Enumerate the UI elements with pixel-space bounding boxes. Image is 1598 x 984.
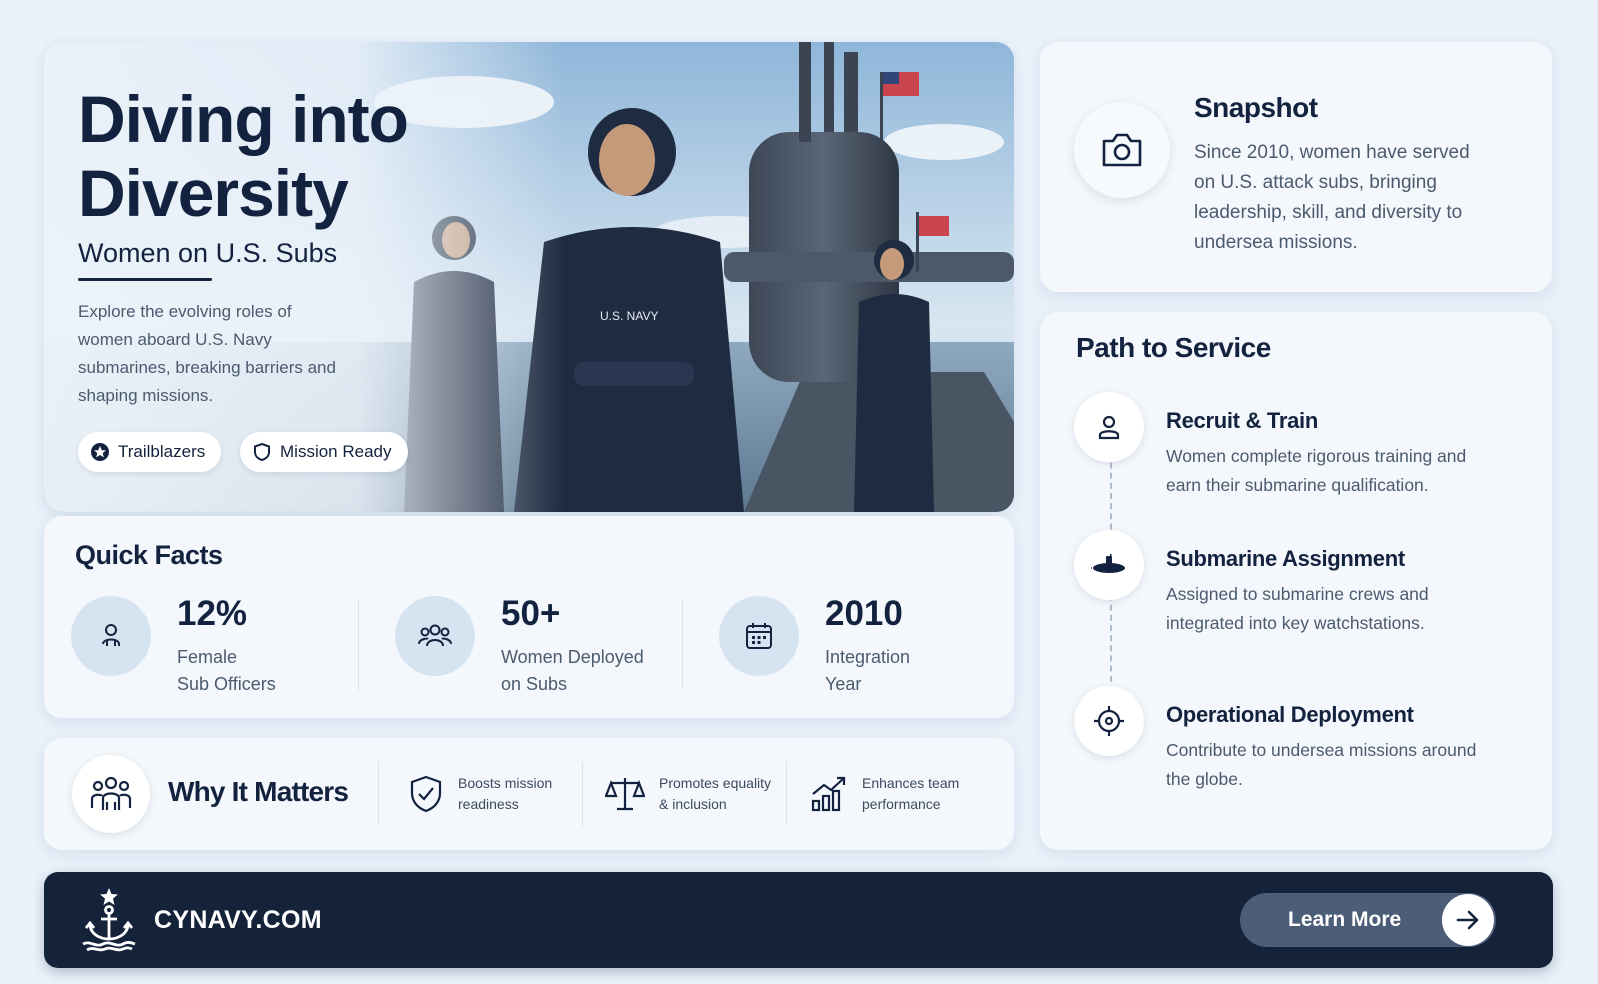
quick-facts-card: Quick Facts 12% Female Sub Officers 50+ … bbox=[44, 516, 1014, 718]
hero-title-line2: Diversity bbox=[78, 156, 349, 230]
fact-label: Female Sub Officers bbox=[177, 644, 367, 698]
path-to-service-card: Path to Service Recruit & Train Women co… bbox=[1040, 312, 1552, 850]
learn-more-label: Learn More bbox=[1288, 908, 1402, 931]
hero-card: U.S. NAVY Diving into Diversity Women on… bbox=[44, 42, 1014, 512]
why-it-matters-card: Why It Matters Boosts mission readiness … bbox=[44, 738, 1014, 850]
quick-facts-title: Quick Facts bbox=[75, 540, 223, 570]
fact-label: Integration Year bbox=[825, 644, 1015, 698]
fact-label-line1: Female bbox=[177, 647, 238, 667]
camera-icon bbox=[1074, 102, 1170, 198]
mission-ready-pill[interactable]: Mission Ready bbox=[240, 432, 408, 472]
hero-title: Diving into Diversity bbox=[78, 82, 409, 230]
submarine-icon bbox=[1074, 530, 1144, 600]
shield-icon bbox=[254, 442, 270, 462]
star-badge-icon bbox=[91, 443, 109, 461]
subtitle-underline bbox=[78, 278, 212, 281]
why-item-line1: Promotes equality bbox=[659, 775, 772, 791]
why-item-performance: Enhances team performance bbox=[810, 768, 959, 820]
fact-label-line1: Women Deployed bbox=[501, 647, 644, 667]
hero-title-line1: Diving into bbox=[78, 82, 409, 156]
fact-value: 2010 bbox=[825, 594, 903, 633]
why-divider bbox=[378, 762, 379, 826]
step-title: Operational Deployment bbox=[1166, 702, 1414, 727]
why-item-equality: Promotes equality & inclusion bbox=[605, 768, 771, 820]
fact-divider bbox=[682, 600, 683, 690]
person-icon bbox=[1074, 392, 1144, 462]
fact-label-line2: Year bbox=[825, 674, 862, 694]
path-title: Path to Service bbox=[1076, 332, 1271, 363]
step-text: Contribute to undersea missions around t… bbox=[1166, 740, 1477, 789]
learn-more-button[interactable]: Learn More bbox=[1240, 893, 1496, 947]
hero-subtitle: Women on U.S. Subs bbox=[78, 238, 338, 268]
fact-female-officers: 12% Female Sub Officers bbox=[71, 594, 371, 694]
anchor-icon bbox=[82, 888, 136, 952]
mission-ready-label: Mission Ready bbox=[280, 442, 392, 461]
fact-integration-year: 2010 Integration Year bbox=[719, 594, 1019, 694]
trailblazers-pill[interactable]: Trailblazers bbox=[78, 432, 222, 472]
fact-label-line2: on Subs bbox=[501, 674, 568, 694]
hero-description: Explore the evolving roles of women aboa… bbox=[78, 302, 336, 405]
brand-name[interactable]: CYNAVY.COM bbox=[154, 906, 322, 935]
fact-label-line2: Sub Officers bbox=[177, 674, 276, 694]
why-item-readiness: Boosts mission readiness bbox=[408, 768, 552, 820]
fact-divider bbox=[358, 600, 359, 690]
why-item-text: Enhances team performance bbox=[862, 773, 959, 815]
fact-women-deployed: 50+ Women Deployed on Subs bbox=[395, 594, 695, 694]
fact-value: 12% bbox=[177, 594, 248, 633]
person-icon bbox=[71, 596, 151, 676]
calendar-icon bbox=[719, 596, 799, 676]
why-item-line2: readiness bbox=[458, 796, 519, 812]
scales-icon bbox=[605, 778, 645, 811]
why-item-line1: Enhances team bbox=[862, 775, 960, 791]
snapshot-card: Snapshot Since 2010, women have served o… bbox=[1040, 42, 1552, 292]
trailblazers-label: Trailblazers bbox=[118, 442, 206, 461]
shield-check-icon bbox=[410, 775, 442, 813]
footer-bar: CYNAVY.COM Learn More bbox=[44, 872, 1553, 968]
step-text: Assigned to submarine crews and integrat… bbox=[1166, 584, 1429, 633]
team-icon bbox=[72, 755, 150, 833]
group-icon bbox=[395, 596, 475, 676]
fact-label-line1: Integration bbox=[825, 647, 911, 667]
step-title: Submarine Assignment bbox=[1166, 546, 1405, 571]
arrow-right-icon bbox=[1442, 894, 1494, 946]
why-item-text: Boosts mission readiness bbox=[458, 773, 552, 815]
why-item-text: Promotes equality & inclusion bbox=[659, 773, 771, 815]
navy-patch-text: U.S. NAVY bbox=[600, 309, 658, 323]
step-title: Recruit & Train bbox=[1166, 408, 1318, 433]
snapshot-text: Since 2010, women have served on U.S. at… bbox=[1194, 142, 1470, 253]
why-it-matters-title: Why It Matters bbox=[168, 776, 349, 807]
growth-chart-icon bbox=[811, 776, 846, 812]
why-item-line2: performance bbox=[862, 796, 941, 812]
why-item-line1: Boosts mission bbox=[458, 775, 553, 791]
why-divider bbox=[582, 762, 583, 826]
snapshot-title: Snapshot bbox=[1194, 92, 1318, 123]
step-text: Women complete rigorous training and ear… bbox=[1166, 446, 1467, 495]
why-item-line2: & inclusion bbox=[659, 796, 727, 812]
crosshair-icon bbox=[1074, 686, 1144, 756]
why-divider bbox=[786, 762, 787, 826]
fact-label: Women Deployed on Subs bbox=[501, 644, 691, 698]
fact-value: 50+ bbox=[501, 594, 561, 633]
